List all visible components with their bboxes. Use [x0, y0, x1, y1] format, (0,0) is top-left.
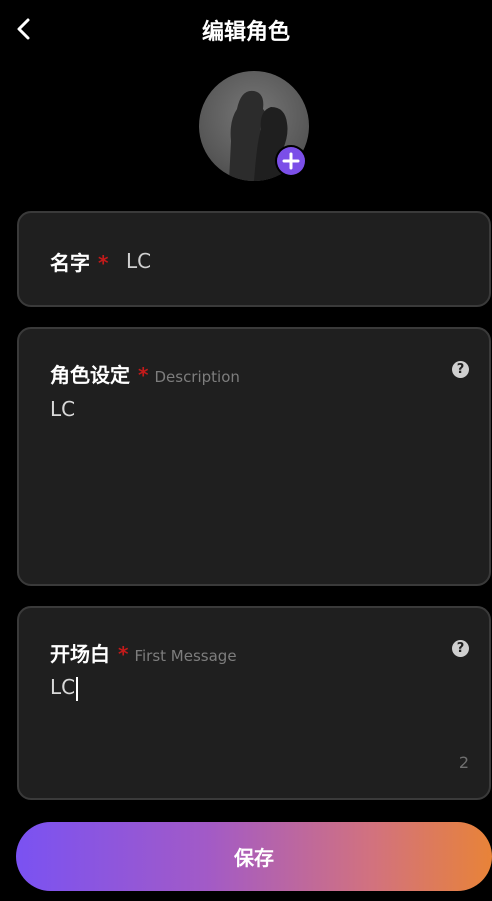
text-caret	[76, 676, 79, 701]
name-label: 名字	[50, 251, 90, 275]
required-mark: *	[118, 642, 129, 666]
description-input[interactable]: LC	[50, 397, 75, 421]
first-message-input[interactable]: LC	[50, 675, 79, 701]
name-input[interactable]: LC	[126, 249, 151, 273]
page-title: 编辑角色	[201, 20, 290, 45]
name-label-group: 名字 *	[50, 247, 108, 276]
first-message-label-group: 开场白 * First Message	[50, 638, 237, 667]
avatar-add-button[interactable]	[275, 145, 307, 177]
first-message-hint: First Message	[134, 647, 237, 665]
description-hint: Description	[154, 368, 240, 386]
plus-icon	[277, 147, 305, 175]
description-label: 角色设定	[50, 363, 130, 387]
first-message-field[interactable]: 开场白 * First Message ? LC 2	[17, 606, 491, 800]
header: 编辑角色	[0, 0, 492, 60]
first-message-text: LC	[50, 675, 76, 699]
question-icon[interactable]: ?	[452, 640, 469, 657]
first-message-label: 开场白	[50, 642, 110, 666]
question-icon[interactable]: ?	[452, 361, 469, 378]
save-button[interactable]: 保存	[16, 822, 492, 891]
required-mark: *	[98, 251, 109, 275]
description-label-group: 角色设定 * Description	[50, 359, 240, 388]
required-mark: *	[138, 363, 149, 387]
char-counter: 2	[458, 753, 469, 772]
description-field[interactable]: 角色设定 * Description ? LC	[17, 327, 491, 586]
name-field[interactable]: 名字 * LC	[17, 211, 491, 307]
